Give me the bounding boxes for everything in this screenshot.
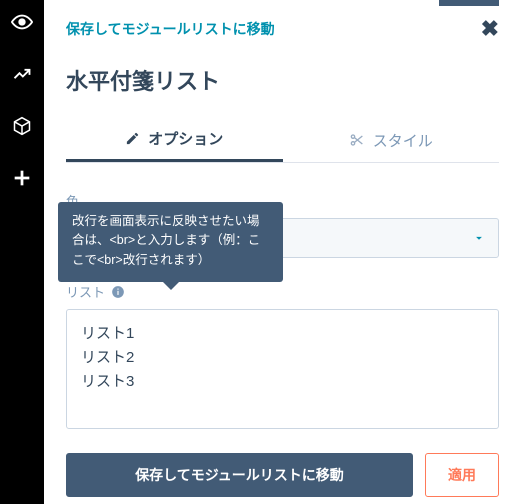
scissors-icon — [349, 132, 365, 148]
save-and-go-link[interactable]: 保存してモジュールリストに移動 — [66, 19, 275, 39]
chart-icon — [12, 64, 32, 84]
accent-strip — [439, 0, 499, 6]
sidebar-item-analytics[interactable] — [0, 52, 44, 96]
tabs: オプション スタイル — [66, 118, 499, 163]
plus-icon — [11, 167, 33, 189]
pencil-icon — [125, 131, 140, 146]
list-textarea[interactable]: リスト1 リスト2 リスト3 — [66, 309, 499, 429]
topbar: 保存してモジュールリストに移動 ✖ — [66, 18, 499, 40]
cube-icon — [12, 116, 32, 136]
sidebar-item-modules[interactable] — [0, 104, 44, 148]
tab-style[interactable]: スタイル — [283, 118, 500, 162]
info-icon[interactable] — [111, 285, 125, 299]
chevron-down-icon — [472, 231, 486, 245]
sidebar-item-add[interactable] — [0, 156, 44, 200]
sidebar-item-preview[interactable] — [0, 0, 44, 44]
sidebar — [0, 0, 44, 504]
tab-options[interactable]: オプション — [66, 118, 283, 162]
close-icon[interactable]: ✖ — [481, 18, 499, 40]
button-bar: 保存してモジュールリストに移動 適用 — [66, 453, 499, 497]
list-label: リスト — [66, 282, 105, 301]
tab-style-label: スタイル — [373, 130, 433, 151]
page-title: 水平付箋リスト — [66, 64, 499, 96]
tab-options-label: オプション — [148, 128, 223, 149]
field-list: リスト リスト1 リスト2 リスト3 — [66, 282, 499, 429]
main-panel: 保存してモジュールリストに移動 ✖ 水平付箋リスト オプション スタイル 色 — [44, 0, 521, 504]
eye-icon — [11, 11, 33, 33]
list-info-tooltip: 改行を画面表示に反映させたい場合は、<br>と入力します（例：ここで<br>改行… — [58, 202, 283, 282]
save-and-go-button[interactable]: 保存してモジュールリストに移動 — [66, 453, 413, 497]
apply-button[interactable]: 適用 — [425, 453, 499, 497]
